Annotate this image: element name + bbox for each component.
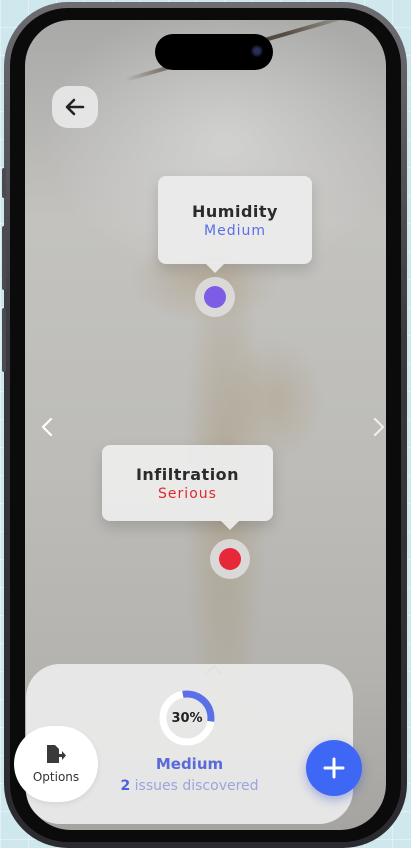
issues-text: issues discovered: [130, 778, 259, 794]
chevron-left-icon: [41, 417, 53, 437]
phone-side-button: [2, 168, 6, 198]
marker-severity: Medium: [204, 222, 266, 239]
options-button[interactable]: Options: [14, 726, 98, 802]
add-issue-button[interactable]: [306, 740, 362, 796]
marker-title: Humidity: [192, 201, 278, 221]
marker-severity: Serious: [158, 485, 217, 502]
chevron-right-icon: [373, 417, 385, 437]
back-button[interactable]: [52, 86, 98, 128]
marker-point-infiltration[interactable]: [210, 539, 250, 579]
plus-icon: [323, 757, 345, 779]
marker-dot: [219, 548, 241, 570]
phone-side-button: [2, 308, 6, 372]
next-button[interactable]: [371, 415, 386, 439]
issues-count: 2: [120, 778, 131, 794]
marker-dot: [204, 286, 226, 308]
previous-button[interactable]: [39, 415, 55, 439]
options-label: Options: [32, 770, 80, 784]
marker-point-humidity[interactable]: [195, 277, 235, 317]
back-arrow-icon: [65, 98, 85, 116]
marker-title: Infiltration: [135, 464, 240, 484]
marker-card-humidity[interactable]: Humidity Medium: [158, 176, 312, 273]
export-file-icon: [47, 745, 66, 763]
dynamic-island: [155, 34, 273, 70]
marker-card-infiltration[interactable]: Infiltration Serious: [102, 445, 273, 530]
progress-percentage: 30%: [171, 710, 203, 726]
phone-side-button: [2, 226, 6, 290]
